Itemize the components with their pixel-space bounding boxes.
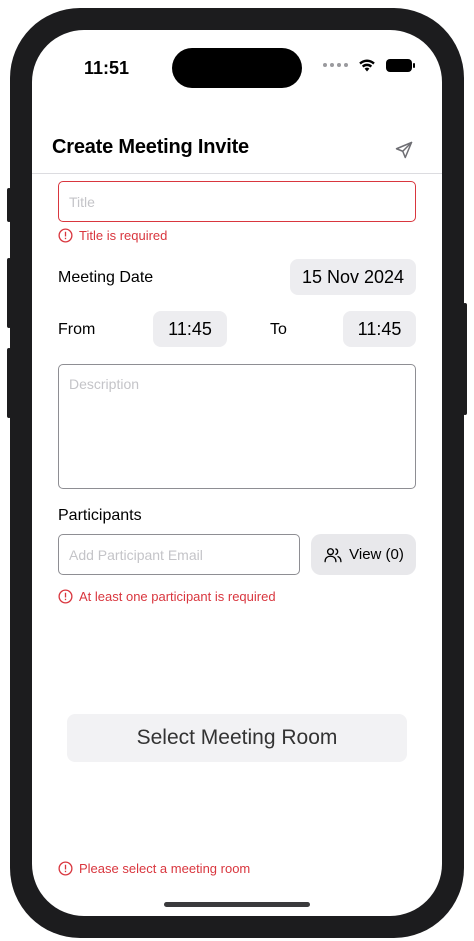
from-label: From (58, 321, 96, 338)
error-circle-icon (58, 228, 73, 243)
battery-icon (386, 58, 415, 72)
error-circle-icon (58, 861, 73, 876)
view-participants-label: View (0) (349, 546, 404, 563)
participants-error-text: At least one participant is required (79, 589, 276, 604)
title-error-text: Title is required (79, 228, 168, 243)
participant-email-input[interactable] (58, 534, 300, 575)
meeting-date-picker[interactable]: 15 Nov 2024 (290, 259, 416, 295)
participants-label: Participants (58, 507, 142, 524)
error-circle-icon (58, 589, 73, 604)
phone-frame: 11:51 Create Meeting Invite Title Title … (7, 8, 467, 938)
title-error: Title is required (58, 228, 167, 243)
room-error: Please select a meeting room (58, 861, 250, 876)
view-participants-button[interactable]: View (0) (311, 534, 416, 575)
cellular-signal-icon (323, 63, 348, 67)
wifi-icon (359, 59, 375, 72)
power-button (463, 303, 467, 415)
nav-divider (32, 173, 442, 174)
paper-plane-icon[interactable] (394, 140, 414, 160)
status-indicators (323, 58, 415, 72)
volume-up-button (7, 258, 11, 328)
page-title: Create Meeting Invite (52, 136, 249, 158)
description-input[interactable] (58, 364, 416, 489)
select-meeting-room-button[interactable]: Select Meeting Room (67, 714, 407, 762)
participants-error: At least one participant is required (58, 589, 276, 604)
people-icon (324, 547, 342, 562)
room-error-text: Please select a meeting room (79, 861, 251, 876)
action-button (7, 188, 11, 222)
home-indicator[interactable] (164, 902, 310, 907)
dynamic-island (172, 48, 302, 88)
volume-down-button (7, 348, 11, 418)
meeting-date-label: Meeting Date (58, 269, 154, 286)
to-label: To (270, 321, 287, 338)
from-time-picker[interactable]: 11:45 (153, 311, 227, 347)
to-time-picker[interactable]: 11:45 (343, 311, 416, 347)
screen: 11:51 Create Meeting Invite Title Title … (32, 30, 442, 916)
title-input[interactable] (58, 181, 416, 222)
status-time: 11:51 (84, 58, 130, 78)
